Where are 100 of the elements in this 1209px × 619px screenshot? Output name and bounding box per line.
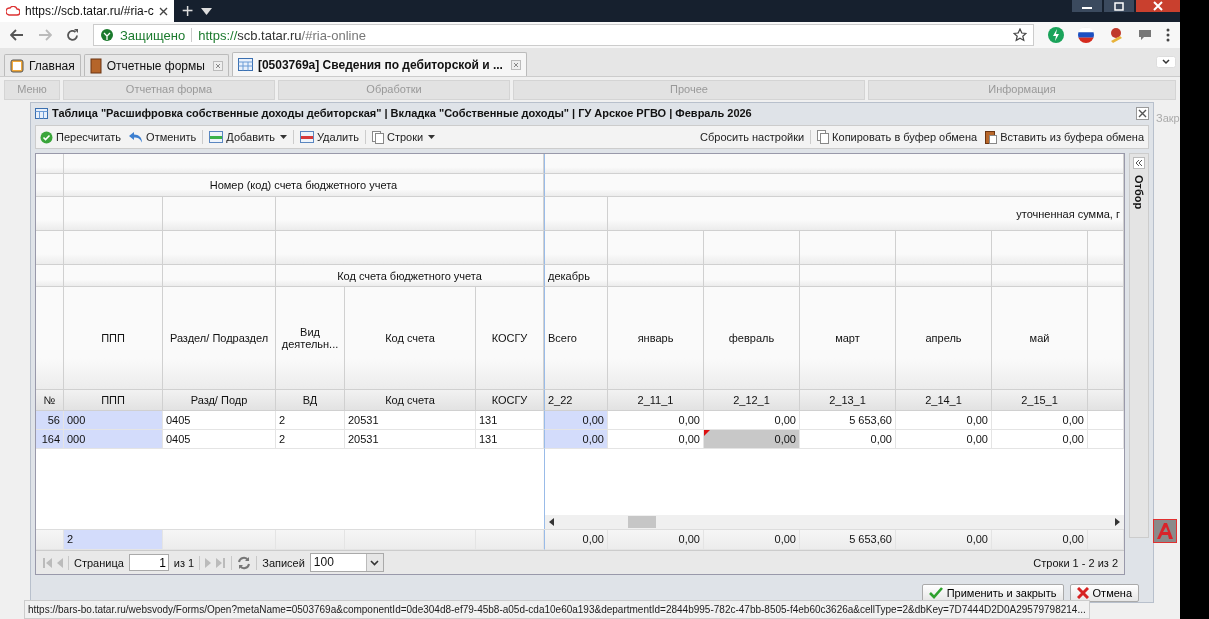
table-cell[interactable]: 0,00 [704, 430, 800, 449]
dialog-title: Таблица "Расшифровка собственные доходы дебиторская" | Вкладка "Собственные доходы" | ГУ Арское РГВО | Февраль 2026 [52, 107, 752, 119]
toolbar-button[interactable]: Пересчитать [38, 130, 124, 144]
table-cell[interactable] [1088, 411, 1124, 430]
column-header[interactable]: апрель [896, 287, 992, 390]
flag-icon[interactable] [1078, 27, 1094, 43]
table-cell[interactable]: 0,00 [896, 430, 992, 449]
row-number: 164 [36, 430, 64, 449]
clipboard-icon [985, 130, 998, 144]
ribbon-group: Прочее [513, 80, 865, 100]
copy-icon [817, 130, 830, 144]
close-icon[interactable] [1136, 106, 1149, 120]
book-icon [89, 57, 102, 74]
column-group-header: уточненная сумма, г [608, 197, 1124, 231]
table-cell[interactable]: 0405 [163, 411, 276, 430]
row-number: 56 [36, 411, 64, 430]
status-url: https://bars-bo.tatar.ru/websvody/Forms/Open?metaName=0503769a&componentId=0de304d8-ef79-45b8-a05d-cda10e60a193&departmentId=2844b995-782c-47bb-8505-f4eb60c3626a&cellType=2&dbKey=7D7444D2D0A29579798214... [24, 600, 1090, 619]
column-header[interactable]: № [36, 390, 64, 411]
menu-icon[interactable] [1166, 28, 1170, 42]
scroll-right-icon[interactable] [1115, 518, 1121, 526]
page-field[interactable]: 1 [128, 554, 169, 571]
dropdown-icon[interactable] [201, 7, 213, 15]
app-tab[interactable]: Главная [4, 54, 81, 76]
table-cell[interactable] [1088, 430, 1124, 449]
caret-icon [279, 135, 287, 139]
toolbar-button[interactable]: Сбросить настройки [698, 131, 807, 143]
new-tab-button[interactable]: + [181, 1, 194, 21]
column-header[interactable]: Всего [544, 287, 608, 390]
chat-icon[interactable] [1138, 29, 1152, 41]
filter-panel[interactable]: Отбор [1129, 153, 1149, 538]
page-total: из 1 [173, 556, 195, 569]
table-cell[interactable]: 2 [276, 430, 345, 449]
toolbar-button[interactable]: Отменить [127, 131, 199, 143]
table-cell[interactable]: 20531 [345, 411, 476, 430]
back-icon[interactable] [10, 29, 24, 41]
column-code: 2_14_1 [896, 390, 992, 411]
table-cell[interactable]: 0,00 [992, 411, 1088, 430]
table-cell[interactable]: 20531 [345, 430, 476, 449]
ribbon-group: Информация [868, 80, 1176, 100]
records-label: Записей [262, 556, 305, 569]
table-cell[interactable]: 0,00 [896, 411, 992, 430]
scroll-left-icon[interactable] [549, 518, 554, 526]
check-icon [40, 130, 53, 144]
restore-icon[interactable] [1104, 0, 1134, 12]
reload-icon[interactable] [66, 28, 79, 42]
column-code: 2_13_1 [800, 390, 896, 411]
add-row-icon [209, 131, 224, 143]
collapse-icon[interactable] [1133, 157, 1145, 169]
table-cell[interactable]: 0,00 [800, 430, 896, 449]
table-cell[interactable]: 0,00 [544, 411, 608, 430]
column-code: ППП [64, 390, 163, 411]
column-code: 2_11_1 [608, 390, 704, 411]
address-field[interactable]: Защищено https://scb.tatar.ru/#ria-online [93, 24, 1034, 46]
table-cell[interactable]: 5 653,60 [800, 411, 896, 430]
column-header[interactable]: март [800, 287, 896, 390]
close-icon[interactable] [158, 6, 168, 16]
toolbar-button[interactable]: Удалить [297, 131, 361, 143]
records-dropdown[interactable]: 100 [309, 553, 384, 572]
toolbar-button[interactable]: Строки [369, 130, 438, 144]
column-header[interactable]: январь [608, 287, 704, 390]
column-header[interactable]: февраль [704, 287, 800, 390]
caret-icon [370, 559, 380, 566]
bolt-icon[interactable] [1048, 27, 1064, 43]
column-header[interactable]: ППП [64, 287, 163, 390]
table-cell[interactable]: 0,00 [544, 430, 608, 449]
notepad-icon [10, 58, 24, 73]
column-group-header: Номер (код) счета бюджетного учета [64, 174, 544, 197]
cloud-icon [6, 6, 20, 16]
column-header[interactable]: Вид деятельн... [276, 287, 345, 390]
table-cell[interactable]: 000 [64, 430, 163, 449]
toolbar-button[interactable]: Добавить [207, 131, 289, 143]
toolbar-button[interactable]: Копировать в буфер обмена [815, 130, 980, 144]
extension-icon[interactable] [1108, 27, 1124, 43]
column-code: Код счета [345, 390, 476, 411]
column-header[interactable]: Код счета [345, 287, 476, 390]
table-cell[interactable]: 0,00 [992, 430, 1088, 449]
refresh-icon[interactable] [237, 555, 252, 570]
column-header[interactable]: КОСГУ [476, 287, 544, 390]
tab-label: Главная [29, 58, 75, 73]
table-cell[interactable]: 0,00 [608, 411, 704, 430]
table-cell[interactable]: 0405 [163, 430, 276, 449]
star-icon[interactable] [1013, 28, 1027, 42]
app-tab[interactable]: Отчетные формы [83, 54, 229, 76]
rows-info: Строки 1 - 2 из 2 [1033, 556, 1119, 569]
close-icon[interactable] [1136, 0, 1180, 12]
horizontal-scrollbar[interactable] [545, 515, 1125, 529]
column-header[interactable]: Раздел/ Подраздел [163, 287, 276, 390]
dialog-button[interactable]: Отмена [1069, 584, 1139, 602]
emblem-icon [100, 28, 114, 42]
chevron-icon[interactable] [1156, 56, 1176, 68]
security-label: Защищено [120, 27, 186, 43]
app-tab[interactable]: [0503769a] Сведения по дебиторской и ... [231, 52, 527, 76]
column-header[interactable]: май [992, 287, 1088, 390]
table-cell[interactable]: 000 [64, 411, 163, 430]
toolbar-button[interactable]: Вставить из буфера обмена [983, 130, 1146, 144]
scrollbar-thumb[interactable] [628, 516, 656, 528]
minimize-icon[interactable] [1072, 0, 1102, 12]
table-cell[interactable]: 2 [276, 411, 345, 430]
browser-tab[interactable]: https://scb.tatar.ru/#ria-c [0, 0, 174, 22]
column-code: 2_15_1 [992, 390, 1088, 411]
